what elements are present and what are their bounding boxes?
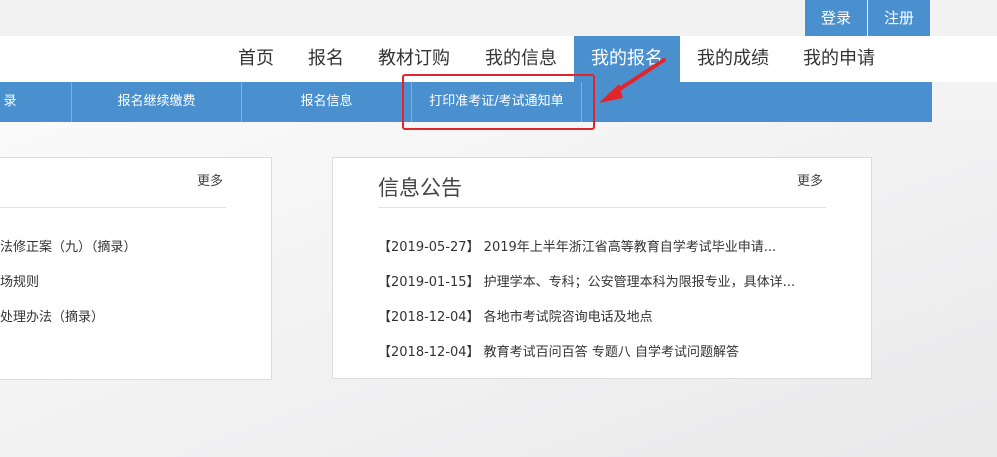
notice-item[interactable]: 【2018-12-04】 教育考试百问百答 专题八 自学考试问题解答 (378, 341, 739, 360)
list-item[interactable]: 处理办法（摘录） (0, 306, 104, 325)
left-panel-divider (0, 207, 226, 208)
notice-item[interactable]: 【2019-01-15】 护理学本、专科；公安管理本科为限报专业，具体详... (378, 271, 795, 290)
notice-item[interactable]: 【2019-05-27】 2019年上半年浙江省高等教育自学考试毕业申请... (378, 236, 776, 255)
login-button[interactable]: 登录 (805, 0, 867, 36)
nav-home[interactable]: 首页 (228, 36, 284, 82)
left-panel (0, 157, 272, 380)
notice-more-link[interactable]: 更多 (797, 170, 823, 189)
subnav-print-admission-ticket[interactable]: 打印准考证/考试通知单 (412, 82, 581, 122)
nav-signup[interactable]: 报名 (298, 36, 354, 82)
subnav-divider (581, 82, 582, 122)
notice-panel-title: 信息公告 (378, 176, 462, 200)
subnav-registration-info[interactable]: 报名信息 (242, 82, 411, 122)
left-more-link[interactable]: 更多 (197, 170, 223, 189)
nav-textbook-order[interactable]: 教材订购 (368, 36, 460, 82)
nav-my-applications[interactable]: 我的申请 (792, 36, 886, 82)
nav-my-scores[interactable]: 我的成绩 (686, 36, 780, 82)
list-item[interactable]: 法修正案（九）（摘录） (0, 236, 137, 255)
subnav-continue-payment[interactable]: 报名继续缴费 (72, 82, 241, 122)
notice-item[interactable]: 【2018-12-04】 各地市考试院咨询电话及地点 (378, 306, 653, 325)
subnav-item-partial[interactable]: 录 (0, 82, 20, 122)
nav-my-info[interactable]: 我的信息 (474, 36, 568, 82)
list-item[interactable]: 场规则 (0, 271, 39, 290)
notice-panel-divider (378, 207, 826, 208)
nav-my-registration[interactable]: 我的报名 (574, 36, 680, 82)
register-button[interactable]: 注册 (868, 0, 930, 36)
